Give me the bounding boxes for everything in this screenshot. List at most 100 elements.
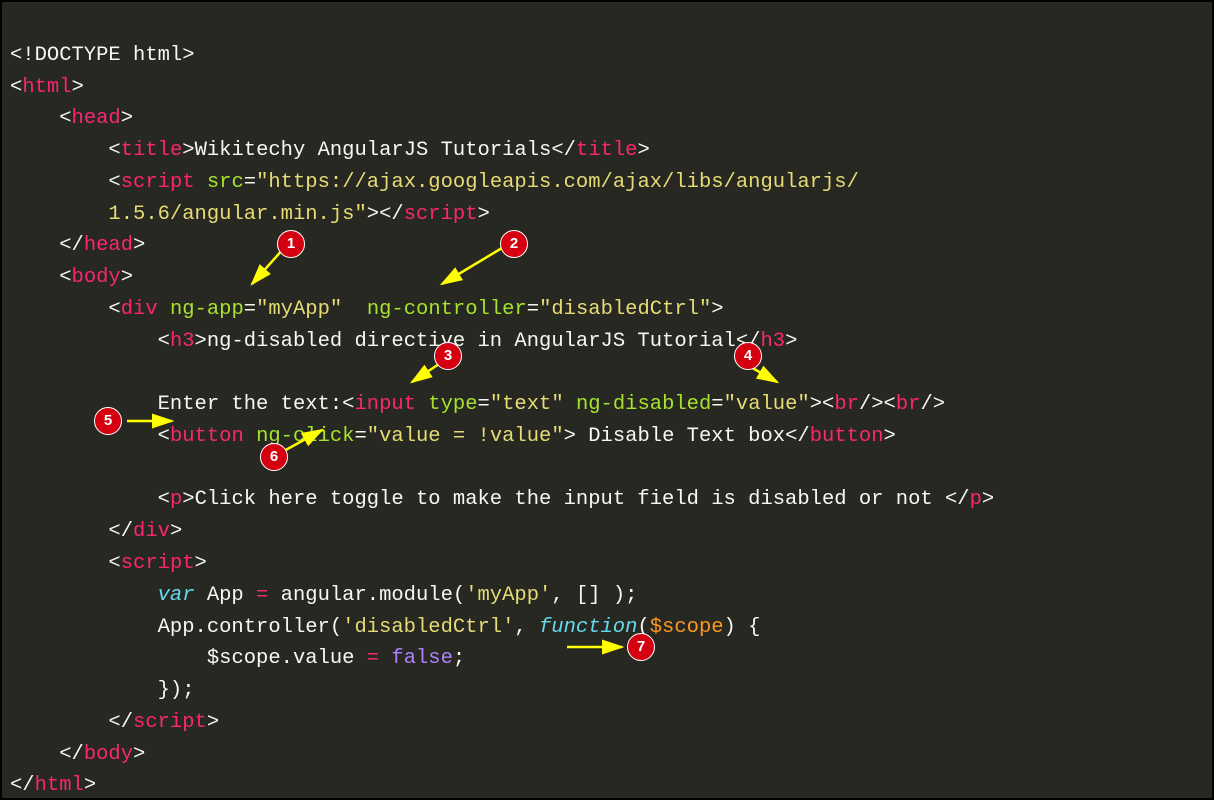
- line-22-close: >: [84, 774, 96, 797]
- line-17-scope: $scope: [650, 616, 724, 639]
- line-17-text2: ,: [514, 616, 539, 639]
- line-19-text: });: [158, 679, 195, 702]
- line-13-ctag: p: [970, 488, 982, 511]
- line-18-text2: [379, 647, 391, 670]
- line-21-tag: body: [84, 743, 133, 766]
- line-11-attr2: ng-disabled: [576, 393, 711, 416]
- line-6-ctag: script: [404, 203, 478, 226]
- line-9-close: >: [711, 298, 723, 321]
- annotation-badge-5: 5: [94, 407, 122, 435]
- line-7-close: >: [133, 234, 145, 257]
- line-4-open: <: [108, 139, 120, 162]
- line-14-tag: div: [133, 520, 170, 543]
- line-12-eq: =: [354, 425, 366, 448]
- line-9-tag: div: [121, 298, 158, 321]
- line-16-str: 'myApp': [465, 584, 551, 607]
- line-16-op: =: [256, 584, 268, 607]
- line-11-open: <: [342, 393, 354, 416]
- line-5-val: "https://ajax.googleapis.com/ajax/libs/a…: [256, 171, 859, 194]
- line-9-eq2: =: [527, 298, 539, 321]
- line-12-val: "value = !value": [367, 425, 564, 448]
- line-10-cclose: >: [785, 330, 797, 353]
- line-21-close: >: [133, 743, 145, 766]
- line-11-br1: <: [822, 393, 834, 416]
- line-11-eq1: =: [478, 393, 490, 416]
- line-7-open: </: [59, 234, 84, 257]
- arrow-1: [252, 248, 284, 284]
- line-16-text2: , [] );: [551, 584, 637, 607]
- line-8-close: >: [121, 266, 133, 289]
- line-9-val1: "myApp": [256, 298, 342, 321]
- line-15-tag: script: [121, 552, 195, 575]
- line-12-ctag: button: [810, 425, 884, 448]
- line-11-val2: "value": [724, 393, 810, 416]
- line-7-tag: head: [84, 234, 133, 257]
- line-3-open: <: [59, 107, 71, 130]
- line-9-open: <: [108, 298, 120, 321]
- line-11-close: >: [810, 393, 822, 416]
- line-18-op: =: [367, 647, 379, 670]
- line-5-tag: script: [121, 171, 195, 194]
- line-21-open: </: [59, 743, 84, 766]
- line-2-open: <: [10, 76, 22, 99]
- line-15-close: >: [195, 552, 207, 575]
- line-12-close: >: [564, 425, 576, 448]
- line-4-ctag: title: [576, 139, 638, 162]
- line-10-text: ng-disabled directive in AngularJS Tutor…: [207, 330, 736, 353]
- line-6-val: 1.5.6/angular.min.js": [108, 203, 366, 226]
- line-11-tag: input: [354, 393, 416, 416]
- line-4-text: Wikitechy AngularJS Tutorials: [195, 139, 552, 162]
- annotation-badge-6: 6: [260, 443, 288, 471]
- line-18-bool: false: [391, 647, 453, 670]
- line-22-open: </: [10, 774, 35, 797]
- line-11-attr1: type: [428, 393, 477, 416]
- code-editor: <!DOCTYPE html> <html> <head> <title>Wik…: [0, 0, 1214, 800]
- line-20-tag: script: [133, 711, 207, 734]
- line-9-attr2: ng-controller: [367, 298, 527, 321]
- line-20-open: </: [108, 711, 133, 734]
- line-2-tag: html: [22, 76, 71, 99]
- line-9-val2: "disabledCtrl": [539, 298, 711, 321]
- line-16-name: App: [195, 584, 257, 607]
- line-17-str: 'disabledCtrl': [342, 616, 514, 639]
- line-20-close: >: [207, 711, 219, 734]
- line-12-cclose: >: [884, 425, 896, 448]
- line-12-open: <: [158, 425, 170, 448]
- line-9-eq1: =: [244, 298, 256, 321]
- line-17-func: function: [539, 616, 637, 639]
- annotation-badge-2: 2: [500, 230, 528, 258]
- line-5-eq: =: [244, 171, 256, 194]
- annotation-badge-3: 3: [434, 342, 462, 370]
- line-13-close: >: [182, 488, 194, 511]
- line-10-ctag: h3: [760, 330, 785, 353]
- line-18-text3: ;: [453, 647, 465, 670]
- line-18-scope: $scope: [207, 647, 281, 670]
- line-11-val1: "text": [490, 393, 564, 416]
- line-4-cclose: >: [637, 139, 649, 162]
- annotation-badge-7: 7: [627, 633, 655, 661]
- line-6-cclose: >: [478, 203, 490, 226]
- line-16-var: var: [158, 584, 195, 607]
- annotation-badge-1: 1: [277, 230, 305, 258]
- line-1: <!DOCTYPE html>: [10, 44, 195, 67]
- line-15-open: <: [108, 552, 120, 575]
- arrow-2: [442, 248, 502, 284]
- line-10-open: <: [158, 330, 170, 353]
- line-13-copen: </: [945, 488, 970, 511]
- line-14-open: </: [108, 520, 133, 543]
- line-9-attr1: ng-app: [170, 298, 244, 321]
- line-22-tag: html: [35, 774, 84, 797]
- line-3-tag: head: [72, 107, 121, 130]
- line-11-text: Enter the text:: [158, 393, 343, 416]
- line-14-close: >: [170, 520, 182, 543]
- line-5-attr: src: [207, 171, 244, 194]
- line-16-text: angular.module(: [268, 584, 465, 607]
- line-10-close: >: [195, 330, 207, 353]
- line-8-open: <: [59, 266, 71, 289]
- line-3-close: >: [121, 107, 133, 130]
- line-13-tag: p: [170, 488, 182, 511]
- line-17-text4: ) {: [724, 616, 761, 639]
- line-17-text1: App.controller(: [158, 616, 343, 639]
- line-10-tag: h3: [170, 330, 195, 353]
- line-11-eq2: =: [711, 393, 723, 416]
